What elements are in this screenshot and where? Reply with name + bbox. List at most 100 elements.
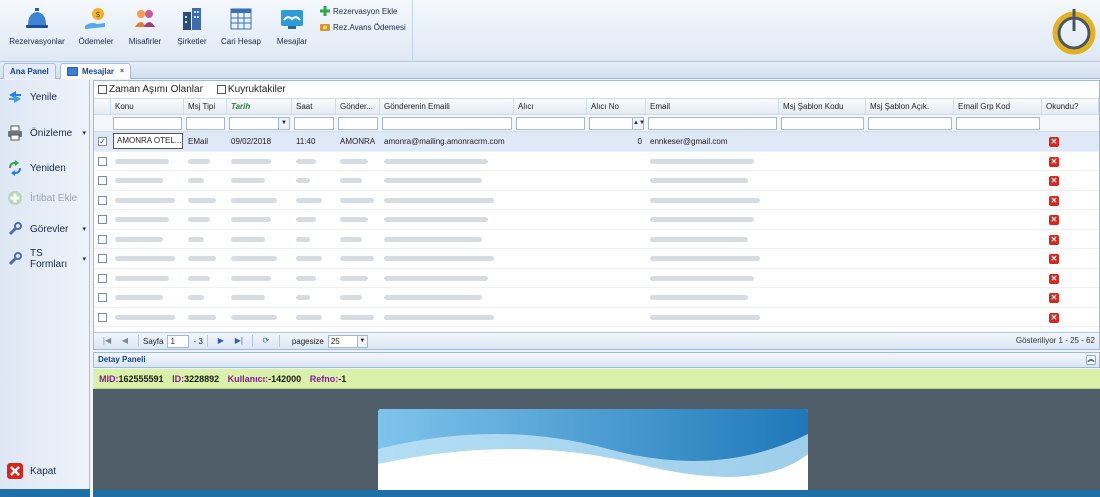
page-input[interactable]: 1 <box>167 334 190 348</box>
row-checkbox[interactable] <box>98 234 107 244</box>
queue-filter-checkbox[interactable]: Kuyruktakiler <box>216 84 286 95</box>
redacted-text <box>650 197 760 203</box>
redacted-text <box>231 295 265 301</box>
column-header[interactable]: Tarih <box>227 99 292 115</box>
cari-hesap-button[interactable]: Cari Hesap <box>218 6 264 52</box>
redacted-text <box>650 256 760 262</box>
table-row[interactable]: ✕ <box>94 269 1099 288</box>
buildings-icon <box>183 8 201 30</box>
sidebar-item-irtibat-ekle[interactable]: İrtibat Ekle <box>0 186 90 210</box>
sidebar-item-gorevler[interactable]: Görevler ▾ <box>0 217 90 241</box>
column-header[interactable]: Email <box>646 99 779 115</box>
table-row[interactable]: ✕ <box>94 288 1099 308</box>
sidebar-item-yenile[interactable]: Yenile <box>0 85 90 109</box>
table-row[interactable]: ✕ <box>94 230 1099 249</box>
table-row[interactable]: ✓ AMONRA OTEL... EMail 09/02/2018 11:40 AMONR… <box>94 132 1099 152</box>
column-header[interactable]: Email Grp Kod <box>954 99 1042 115</box>
timeout-filter-checkbox[interactable]: Zaman Aşımı Olanlar <box>98 84 203 95</box>
row-checkbox[interactable] <box>98 312 107 322</box>
first-page-icon[interactable]: |◀ <box>102 336 112 346</box>
row-checkbox[interactable] <box>98 176 107 185</box>
column-header[interactable]: Gönderenin Emaili <box>380 99 514 115</box>
prev-page-icon[interactable]: ◀ <box>120 336 130 346</box>
mesajlar-button[interactable]: Mesajlar <box>274 6 310 52</box>
column-filter-input[interactable] <box>113 117 182 130</box>
table-row[interactable]: ✕ <box>94 152 1099 171</box>
redacted-text <box>650 178 748 184</box>
row-checkbox[interactable]: ✓ <box>98 137 107 146</box>
rezervasyonlar-button[interactable]: Rezervasyonlar <box>8 6 66 52</box>
redacted-text <box>384 295 482 301</box>
sidebar-item-yeniden[interactable]: Yeniden <box>0 156 90 180</box>
sidebar-item-ts-formlari[interactable]: TS Formları ▾ <box>0 247 90 271</box>
column-header[interactable]: Konu <box>111 99 184 115</box>
rezervasyon-ekle-button[interactable]: Rezervasyon Ekle <box>320 5 397 17</box>
collapse-icon[interactable]: ︽ <box>1086 355 1096 365</box>
row-checkbox[interactable] <box>98 293 107 302</box>
redacted-cell <box>336 230 380 249</box>
rez-avans-odemesi-button[interactable]: Rez.Avans Ödemesi <box>320 21 406 33</box>
column-filter-input[interactable] <box>338 117 378 130</box>
row-checkbox[interactable] <box>98 156 107 166</box>
redacted-text <box>231 236 265 242</box>
column-header[interactable]: Alıcı No <box>587 99 646 115</box>
row-checkbox[interactable] <box>98 254 107 263</box>
column-filter-input[interactable]: ▼ <box>229 117 290 130</box>
table-row[interactable]: ✕ <box>94 171 1099 191</box>
money-hand-icon: $ <box>85 8 105 29</box>
spinner-icon[interactable]: ▲▼ <box>632 118 645 129</box>
checkbox[interactable] <box>98 85 107 94</box>
messages-tab-icon <box>67 67 78 76</box>
konu-cell[interactable]: AMONRA OTEL... <box>113 133 183 149</box>
redacted-cell <box>646 171 779 190</box>
tab-mesajlar[interactable]: Mesajlar × <box>60 63 132 79</box>
redacted-text <box>231 256 277 262</box>
column-filter-input[interactable] <box>781 117 864 130</box>
redacted-cell <box>646 288 779 307</box>
redacted-text <box>115 178 163 184</box>
row-checkbox[interactable] <box>98 195 107 205</box>
spreadsheet-icon <box>230 8 252 30</box>
kapat-button[interactable]: Kapat <box>0 459 90 483</box>
table-row[interactable]: ✕ <box>94 308 1099 327</box>
grid-header: Konu Msj Tipi Tarih Saat Gönder... Gönderenin… <box>94 98 1099 115</box>
column-header[interactable]: Gönder... <box>336 99 380 115</box>
row-checkbox[interactable] <box>98 273 107 283</box>
column-header[interactable]: Msj Tipi <box>184 99 227 115</box>
column-filter-input[interactable]: ▲▼ <box>589 117 645 130</box>
column-header[interactable]: Msj Şablon Açık. <box>866 99 954 115</box>
table-row[interactable]: ✕ <box>94 191 1099 210</box>
column-header[interactable]: Saat <box>292 99 336 115</box>
column-filter-input[interactable] <box>186 117 225 130</box>
column-filter-input[interactable] <box>956 117 1040 130</box>
checkbox[interactable] <box>216 85 226 94</box>
column-filter-input[interactable] <box>382 117 512 130</box>
table-row[interactable]: ✕ <box>94 249 1099 269</box>
table-row[interactable]: ✕ <box>94 210 1099 230</box>
column-filter-input[interactable] <box>648 117 777 130</box>
column-header[interactable]: Alıcı <box>514 99 587 115</box>
sidebar-item-onizleme[interactable]: Önizleme ▾ <box>0 121 90 145</box>
refresh-icon[interactable]: ⟳ <box>261 336 271 346</box>
column-header[interactable]: Okundu? <box>1042 99 1099 115</box>
row-checkbox[interactable] <box>98 215 107 224</box>
close-tab-icon[interactable]: × <box>120 68 124 75</box>
column-filter-input[interactable] <box>294 117 334 130</box>
date-picker-icon[interactable]: ▼ <box>278 118 289 129</box>
column-filter-input[interactable] <box>516 117 585 130</box>
sirketler-button[interactable]: Şirketler <box>174 6 210 52</box>
odemeler-button[interactable]: $ Ödemeler <box>76 6 116 52</box>
redacted-cell <box>292 288 336 307</box>
redacted-text <box>188 178 204 184</box>
last-page-icon[interactable]: ▶| <box>234 336 244 346</box>
next-page-icon[interactable]: ▶ <box>216 336 226 346</box>
column-filter-input[interactable] <box>868 117 952 130</box>
guests-icon <box>135 10 155 27</box>
column-header[interactable]: Msj Şablon Kodu <box>779 99 866 115</box>
tab-ana-panel[interactable]: Ana Panel <box>3 63 56 79</box>
pagesize-select[interactable]: 25 ▼ <box>327 334 368 348</box>
unread-icon: ✕ <box>1049 195 1059 206</box>
coins-icon <box>320 24 330 31</box>
misafirler-button[interactable]: Misafirler <box>126 6 164 52</box>
table-cell: EMail <box>188 137 209 146</box>
